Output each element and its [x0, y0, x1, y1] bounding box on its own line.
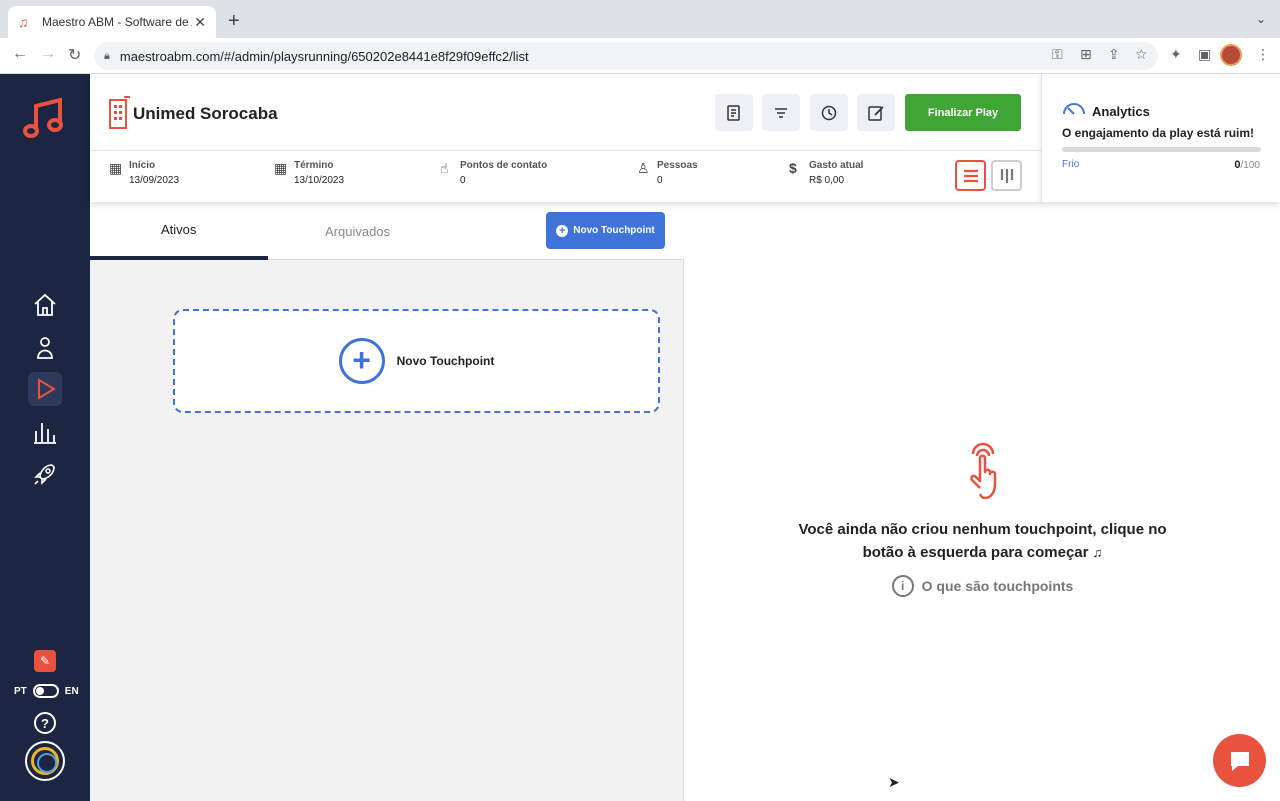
chat-button[interactable]	[1213, 734, 1266, 787]
address-bar: ← → ↻ 🔒︎ maestroabm.com/#/admin/playsrun…	[0, 38, 1280, 74]
forward-icon[interactable]: →	[40, 45, 56, 63]
notes-icon	[727, 104, 740, 121]
list-icon	[963, 169, 978, 182]
chat-icon	[1230, 751, 1249, 771]
stat-spend: $ Gasto atual R$ 0,00	[789, 160, 864, 186]
plus-circle-icon: +	[338, 338, 385, 384]
tap-hand-icon	[970, 442, 997, 500]
engagement-score: 0/100	[1234, 159, 1260, 171]
person-icon: ♙	[637, 160, 650, 176]
stat-people: ♙ Pessoas 0	[637, 160, 698, 186]
sidebar: ✎ PT EN ?	[0, 74, 90, 801]
new-touchpoint-button[interactable]: + Novo Touchpoint	[546, 212, 665, 249]
url-text: maestroabm.com/#/admin/playsrunning/6502…	[119, 48, 529, 64]
share-icon[interactable]: ⇪	[1108, 46, 1120, 63]
browser-tabbar: ♫ Maestro ABM - Software de A ✕ + ⌄	[0, 0, 1280, 38]
calendar-icon: ▦	[109, 160, 123, 176]
empty-state-panel: Você ainda não criou nenhum touchpoint, …	[685, 202, 1280, 801]
maestro-logo[interactable]	[22, 94, 68, 140]
tab-indicator	[90, 256, 268, 260]
filter-button[interactable]	[762, 94, 800, 131]
kanban-view-button[interactable]	[991, 160, 1022, 191]
touchpoints-list-panel: Ativos Arquivados + Novo Touchpoint + No…	[90, 202, 684, 801]
columns-icon	[1000, 168, 1013, 183]
sidepanel-icon[interactable]: ▣	[1198, 46, 1211, 63]
lang-en-label: EN	[64, 685, 79, 697]
list-view-button[interactable]	[955, 160, 986, 191]
home-icon[interactable]	[28, 288, 62, 322]
close-icon[interactable]: ✕	[194, 14, 206, 31]
reload-icon[interactable]: ↻	[68, 45, 81, 65]
engagement-bar	[1062, 147, 1261, 152]
touch-icon: ☝	[440, 160, 449, 176]
analytics-title: Analytics	[1092, 104, 1150, 119]
chevron-down-icon[interactable]: ⌄	[1256, 12, 1266, 26]
filter-icon	[775, 107, 787, 118]
new-touchpoint-card-label: Novo Touchpoint	[396, 354, 495, 368]
menu-icon[interactable]: ⋮	[1256, 46, 1270, 63]
stat-touchpoints: ☝ Pontos de contato 0	[440, 160, 548, 186]
profile-avatar[interactable]	[1220, 44, 1242, 66]
new-tab-icon[interactable]: +	[228, 10, 240, 33]
tabs: Ativos Arquivados + Novo Touchpoint	[90, 202, 684, 260]
music-note-icon: ♫	[1092, 545, 1103, 560]
browser-tab[interactable]: ♫ Maestro ABM - Software de A ✕	[8, 6, 216, 38]
info-icon: i	[891, 575, 914, 597]
back-icon[interactable]: ←	[12, 45, 28, 63]
engagement-message: O engajamento da play está ruim!	[1062, 126, 1255, 140]
plus-icon: +	[556, 224, 569, 237]
history-button[interactable]	[810, 94, 848, 131]
person-icon[interactable]	[28, 330, 62, 364]
rocket-icon[interactable]	[28, 457, 62, 491]
edit-icon	[868, 105, 884, 121]
calendar-icon: ▦	[274, 160, 288, 176]
company-name: Unimed Sorocaba	[133, 104, 278, 123]
history-icon	[821, 105, 837, 120]
language-toggle[interactable]: PT EN	[14, 684, 79, 698]
play-icon[interactable]	[28, 372, 62, 406]
url-field[interactable]: 🔒︎ maestroabm.com/#/admin/playsrunning/6…	[94, 42, 1158, 70]
stat-start: ▦ Início 13/09/2023	[109, 160, 180, 186]
stat-end: ▦ Término 13/10/2023	[274, 160, 345, 186]
extensions-icon[interactable]: ✦	[1170, 46, 1182, 63]
key-icon[interactable]: ⚿	[1052, 46, 1063, 63]
finalize-play-button[interactable]: Finalizar Play	[905, 94, 1021, 131]
new-touchpoint-card[interactable]: + Novo Touchpoint	[173, 309, 660, 413]
chart-icon[interactable]	[28, 415, 62, 449]
notes-button[interactable]	[715, 94, 753, 131]
lock-icon: 🔒︎	[104, 49, 110, 62]
analytics-panel: Analytics O engajamento da play está rui…	[1041, 74, 1280, 202]
edit-button[interactable]	[857, 94, 895, 131]
building-icon	[109, 96, 130, 129]
mouse-cursor-icon: ➤	[888, 774, 900, 790]
dollar-icon: $	[789, 160, 797, 176]
what-are-touchpoints-link[interactable]: i O que são touchpoints	[685, 575, 1280, 597]
translate-icon[interactable]: ⊞	[1080, 46, 1092, 63]
tab-active[interactable]: Ativos	[161, 222, 196, 237]
play-header: Unimed Sorocaba Finalizar Play ▦ Início 1…	[90, 74, 1041, 202]
tab-archived[interactable]: Arquivados	[325, 224, 390, 239]
empty-state-message: Você ainda não criou nenhum touchpoint, …	[798, 521, 1167, 561]
tab-title: Maestro ABM - Software de A	[42, 15, 192, 29]
music-note-icon: ♫	[18, 14, 29, 30]
help-icon[interactable]: ?	[34, 712, 56, 734]
magic-wand-icon[interactable]: ✎	[34, 650, 56, 672]
gauge-icon	[1063, 103, 1085, 115]
lang-pt-label: PT	[14, 685, 27, 697]
user-avatar[interactable]	[25, 741, 65, 781]
cold-label: Frio	[1062, 159, 1080, 170]
toggle-switch[interactable]	[32, 684, 59, 698]
star-icon[interactable]: ☆	[1135, 46, 1148, 63]
